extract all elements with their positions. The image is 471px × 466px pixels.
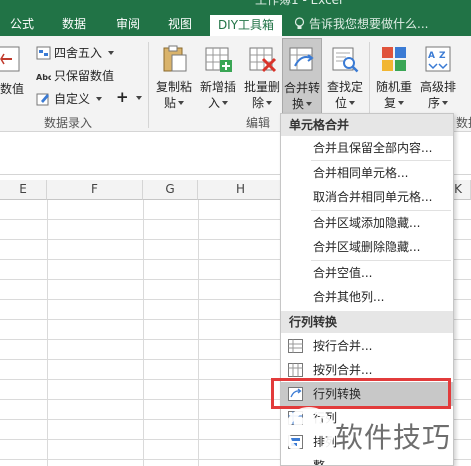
grid-line xyxy=(198,200,199,466)
svg-text:Abc: Abc xyxy=(36,73,51,82)
tab-view[interactable]: 视图 xyxy=(168,15,192,36)
plus-icon: + xyxy=(116,88,129,106)
group-label-data-input: 数据录入 xyxy=(44,116,93,130)
tab-diy-toolbox[interactable]: DIY工具箱 xyxy=(210,15,282,36)
grid-line xyxy=(143,200,144,466)
find-locate-label-2: 位 xyxy=(324,96,366,111)
round-icon xyxy=(36,46,51,60)
keep-values-button[interactable]: Abc 只保留数值 xyxy=(36,67,114,84)
title-bar: 工作簿1 - Excel xyxy=(0,0,471,10)
numeric-icon xyxy=(0,46,20,72)
numeric-label: 数值 xyxy=(0,82,25,96)
column-header-e[interactable]: E xyxy=(0,180,47,200)
batch-delete-label: 批量删 xyxy=(243,80,280,94)
numeric-button[interactable]: 数值 xyxy=(0,40,28,112)
abc-icon: Abc xyxy=(36,73,51,82)
random-repeat-label-2: 复 xyxy=(372,96,416,111)
find-locate-label: 查找定 xyxy=(326,80,363,94)
menu-item-merge-same[interactable]: 合并相同单元格... xyxy=(281,161,453,185)
column-header-g[interactable]: G xyxy=(143,180,198,200)
menu-item-merge-by-row[interactable]: 按行合并... xyxy=(281,334,453,358)
menu-item-merge-remove-hidden[interactable]: 合并区域删除隐藏... xyxy=(281,235,453,259)
watermark-text: 软件技巧 xyxy=(335,421,452,454)
merge-convert-button[interactable]: 合并转 换 xyxy=(282,38,322,114)
tab-formula[interactable]: 公式 xyxy=(10,15,34,36)
find-icon xyxy=(332,47,359,73)
merge-convert-icon xyxy=(289,47,314,71)
chevron-down-icon xyxy=(107,51,114,55)
column-header-f[interactable]: F xyxy=(47,180,143,200)
random-icon xyxy=(382,47,406,71)
menu-section-row-col: 行列转换 xyxy=(281,311,453,333)
tab-data[interactable]: 数据 xyxy=(62,15,86,36)
chevron-down-icon xyxy=(135,96,142,100)
group-divider xyxy=(148,42,149,128)
menu-item-merge-empty[interactable]: 合并空值... xyxy=(281,261,453,285)
window-title: 工作簿1 - Excel xyxy=(255,0,343,7)
random-repeat-button[interactable]: 随机重 复 xyxy=(372,40,416,112)
copy-paste-button[interactable]: 复制粘 贴 xyxy=(152,40,196,112)
insert-table-icon xyxy=(205,47,232,72)
merge-convert-label: 合并转 xyxy=(283,81,320,95)
round-label: 四舍五入 xyxy=(54,46,103,60)
round-button[interactable]: 四舍五入 xyxy=(36,44,114,61)
custom-label: 自定义 xyxy=(54,92,91,106)
add-button[interactable]: + xyxy=(116,88,142,106)
menu-item-merge-other-columns[interactable]: 合并其他列... xyxy=(281,285,453,309)
custom-button[interactable]: 自定义 xyxy=(36,90,102,107)
table-rows-icon xyxy=(288,339,303,353)
custom-icon xyxy=(36,93,49,106)
copy-paste-label: 复制粘 xyxy=(155,80,192,94)
menu-item-unmerge-same[interactable]: 取消合并相同单元格... xyxy=(281,185,453,209)
advanced-sort-button[interactable]: AZ 高级排 序 xyxy=(416,40,460,112)
copy-paste-label-2: 贴 xyxy=(152,96,196,111)
tell-me-text: 告诉我您想要做什么... xyxy=(309,17,429,31)
new-insert-label-2: 入 xyxy=(196,96,240,111)
grid-line xyxy=(47,200,48,466)
delete-table-icon xyxy=(249,47,277,73)
lightbulb-icon xyxy=(294,17,305,29)
group-label-edit: 编辑 xyxy=(246,116,271,130)
clipboard-icon xyxy=(163,45,187,72)
chevron-down-icon xyxy=(95,97,102,101)
menu-section-merge: 单元格合并 xyxy=(281,114,453,136)
watermark-logo xyxy=(284,407,334,457)
tab-review[interactable]: 审阅 xyxy=(116,15,140,36)
new-insert-button[interactable]: 新增插 入 xyxy=(196,40,240,112)
advanced-sort-label: 高级排 xyxy=(419,80,456,94)
tell-me-search[interactable]: 告诉我您想要做什么... xyxy=(294,15,428,36)
column-header-h[interactable]: H xyxy=(198,180,284,200)
new-insert-label: 新增插 xyxy=(199,80,236,94)
svg-text:A: A xyxy=(428,51,435,61)
sort-az-icon: AZ xyxy=(425,46,451,72)
group-label-data: 数据 xyxy=(456,116,471,130)
batch-delete-button[interactable]: 批量删 除 xyxy=(240,40,284,112)
keep-values-label: 只保留数值 xyxy=(54,69,115,83)
batch-delete-label-2: 除 xyxy=(240,96,284,111)
merge-convert-label-2: 换 xyxy=(283,97,321,112)
advanced-sort-label-2: 序 xyxy=(416,96,460,111)
random-repeat-label: 随机重 xyxy=(375,80,412,94)
menu-item-merge-keep-all[interactable]: 合并且保留全部内容... xyxy=(281,136,453,160)
find-locate-button[interactable]: 查找定 位 xyxy=(324,40,366,112)
table-columns-icon xyxy=(288,363,303,377)
svg-text:Z: Z xyxy=(439,51,446,61)
menu-item-merge-add-hidden[interactable]: 合并区域添加隐藏... xyxy=(281,211,453,235)
